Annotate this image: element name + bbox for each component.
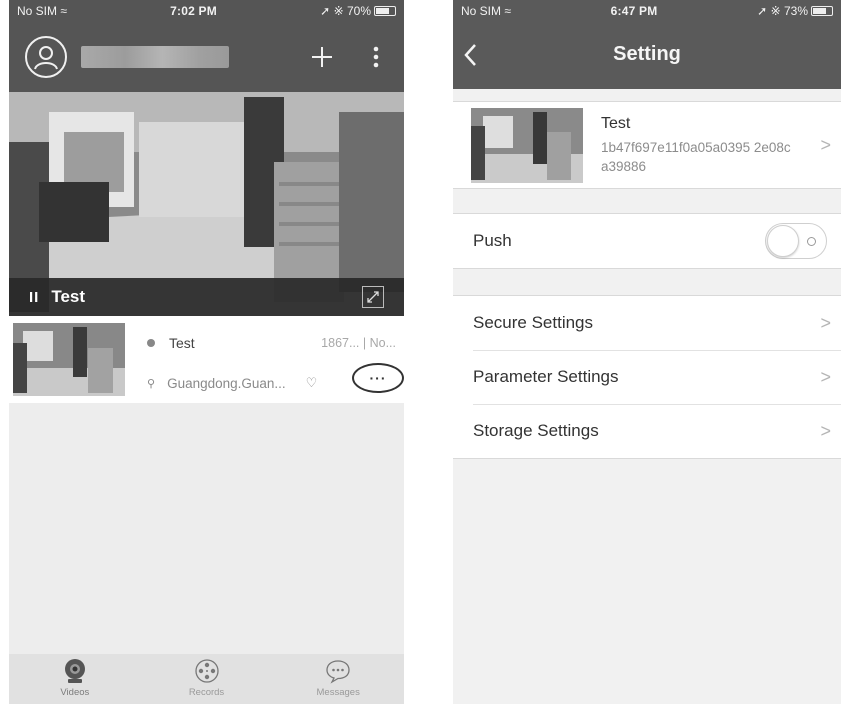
favorite-heart-icon[interactable]: ♡ xyxy=(306,375,318,391)
camera-name: Test xyxy=(169,335,195,351)
tab-messages-label: Messages xyxy=(316,687,360,698)
status-carrier: No SIM ≈ xyxy=(17,4,67,18)
chevron-right-icon: > xyxy=(820,134,831,155)
device-section: Test 1b47f697e11f0a05a0395 2e08ca39886 > xyxy=(453,101,841,189)
chevron-left-icon xyxy=(464,44,476,66)
battery-icon xyxy=(374,6,396,16)
live-video-view[interactable]: II Test xyxy=(9,92,404,316)
secure-settings-label: Secure Settings xyxy=(473,313,594,332)
storage-settings-row[interactable]: Storage Settings > xyxy=(453,404,841,458)
device-thumbnail xyxy=(471,107,583,183)
bluetooth-icon: ※ xyxy=(770,4,781,18)
home-screen: No SIM ≈ 7:02 PM ➚ ※ 70% II Test Test 18… xyxy=(9,0,404,704)
camera-thumbnail[interactable] xyxy=(13,323,125,396)
location-arrow-icon: ➚ xyxy=(320,4,331,18)
user-avatar-icon[interactable] xyxy=(25,36,67,78)
webcam-icon xyxy=(64,659,85,683)
battery-percent: 70% xyxy=(346,4,371,18)
back-button[interactable] xyxy=(463,40,493,70)
plus-icon xyxy=(312,47,332,67)
bottom-tab-bar: Videos Records Messages xyxy=(9,654,404,704)
push-row: Push xyxy=(453,214,841,268)
push-label: Push xyxy=(473,231,512,250)
more-options-button[interactable] xyxy=(366,43,386,71)
add-camera-button[interactable] xyxy=(308,43,336,71)
camera-info: Test 1867... | No... ⚲ Guangdong.Guan...… xyxy=(147,323,404,396)
status-time: 7:02 PM xyxy=(170,4,217,18)
camera-meta: 1867... | No... xyxy=(321,336,396,350)
location-arrow-icon: ➚ xyxy=(757,4,768,18)
device-id: 1b47f697e11f0a05a0395 2e08ca39886 xyxy=(601,139,791,174)
setting-header: No SIM ≈ 6:47 PM ➚ ※ 73% Setting xyxy=(453,0,841,89)
tab-videos[interactable]: Videos xyxy=(9,654,141,704)
pause-button[interactable]: II xyxy=(29,289,39,306)
toggle-knob xyxy=(767,225,799,257)
device-info-row[interactable]: Test 1b47f697e11f0a05a0395 2e08ca39886 > xyxy=(453,102,841,188)
location-pin-icon: ⚲ xyxy=(147,377,156,390)
tab-messages[interactable]: Messages xyxy=(272,654,404,704)
settings-section: Secure Settings > Parameter Settings > S… xyxy=(453,295,841,459)
status-right: ➚ ※ 70% xyxy=(320,4,396,18)
battery-icon xyxy=(811,6,833,16)
secure-settings-row[interactable]: Secure Settings > xyxy=(453,296,841,350)
push-section: Push xyxy=(453,213,841,269)
parameter-settings-row[interactable]: Parameter Settings > xyxy=(453,350,841,404)
tab-videos-label: Videos xyxy=(60,687,90,698)
chevron-right-icon: > xyxy=(820,312,831,333)
home-header: No SIM ≈ 7:02 PM ➚ ※ 70% xyxy=(9,0,404,92)
battery-percent: 73% xyxy=(783,4,808,18)
setting-screen: No SIM ≈ 6:47 PM ➚ ※ 73% Setting Test 1b… xyxy=(453,0,841,704)
chevron-right-icon: > xyxy=(820,420,831,441)
chevron-right-icon: > xyxy=(820,366,831,387)
wifi-icon: ≈ xyxy=(60,4,67,18)
status-carrier: No SIM ≈ xyxy=(461,4,511,18)
expand-icon xyxy=(367,291,379,303)
camera-location: Guangdong.Guan... xyxy=(167,375,286,391)
parameter-settings-label: Parameter Settings xyxy=(473,367,619,386)
vertical-dots-icon xyxy=(373,46,379,68)
device-name: Test xyxy=(601,114,631,132)
tab-records-label: Records xyxy=(188,687,225,698)
account-name-blurred xyxy=(81,46,229,68)
toggle-off-indicator xyxy=(807,237,816,246)
video-title: Test xyxy=(51,287,86,306)
storage-settings-label: Storage Settings xyxy=(473,421,599,440)
page-title: Setting xyxy=(613,43,681,65)
tab-records[interactable]: Records xyxy=(141,654,273,704)
wifi-icon: ≈ xyxy=(504,4,511,18)
online-status-dot xyxy=(147,339,155,347)
bluetooth-icon: ※ xyxy=(333,4,344,18)
status-time: 6:47 PM xyxy=(610,4,658,18)
status-right: ➚ ※ 73% xyxy=(757,4,833,18)
status-bar: No SIM ≈ 6:47 PM ➚ ※ 73% xyxy=(453,0,841,22)
video-control-bar: II Test xyxy=(9,278,404,316)
chat-bubble-icon xyxy=(326,660,350,684)
camera-list-item[interactable]: Test 1867... | No... ⚲ Guangdong.Guan...… xyxy=(9,316,404,403)
fullscreen-button[interactable] xyxy=(362,286,384,308)
film-reel-icon xyxy=(194,659,219,683)
push-toggle[interactable] xyxy=(765,223,827,259)
camera-more-button[interactable]: ··· xyxy=(352,363,404,393)
status-bar: No SIM ≈ 7:02 PM ➚ ※ 70% xyxy=(9,0,404,22)
